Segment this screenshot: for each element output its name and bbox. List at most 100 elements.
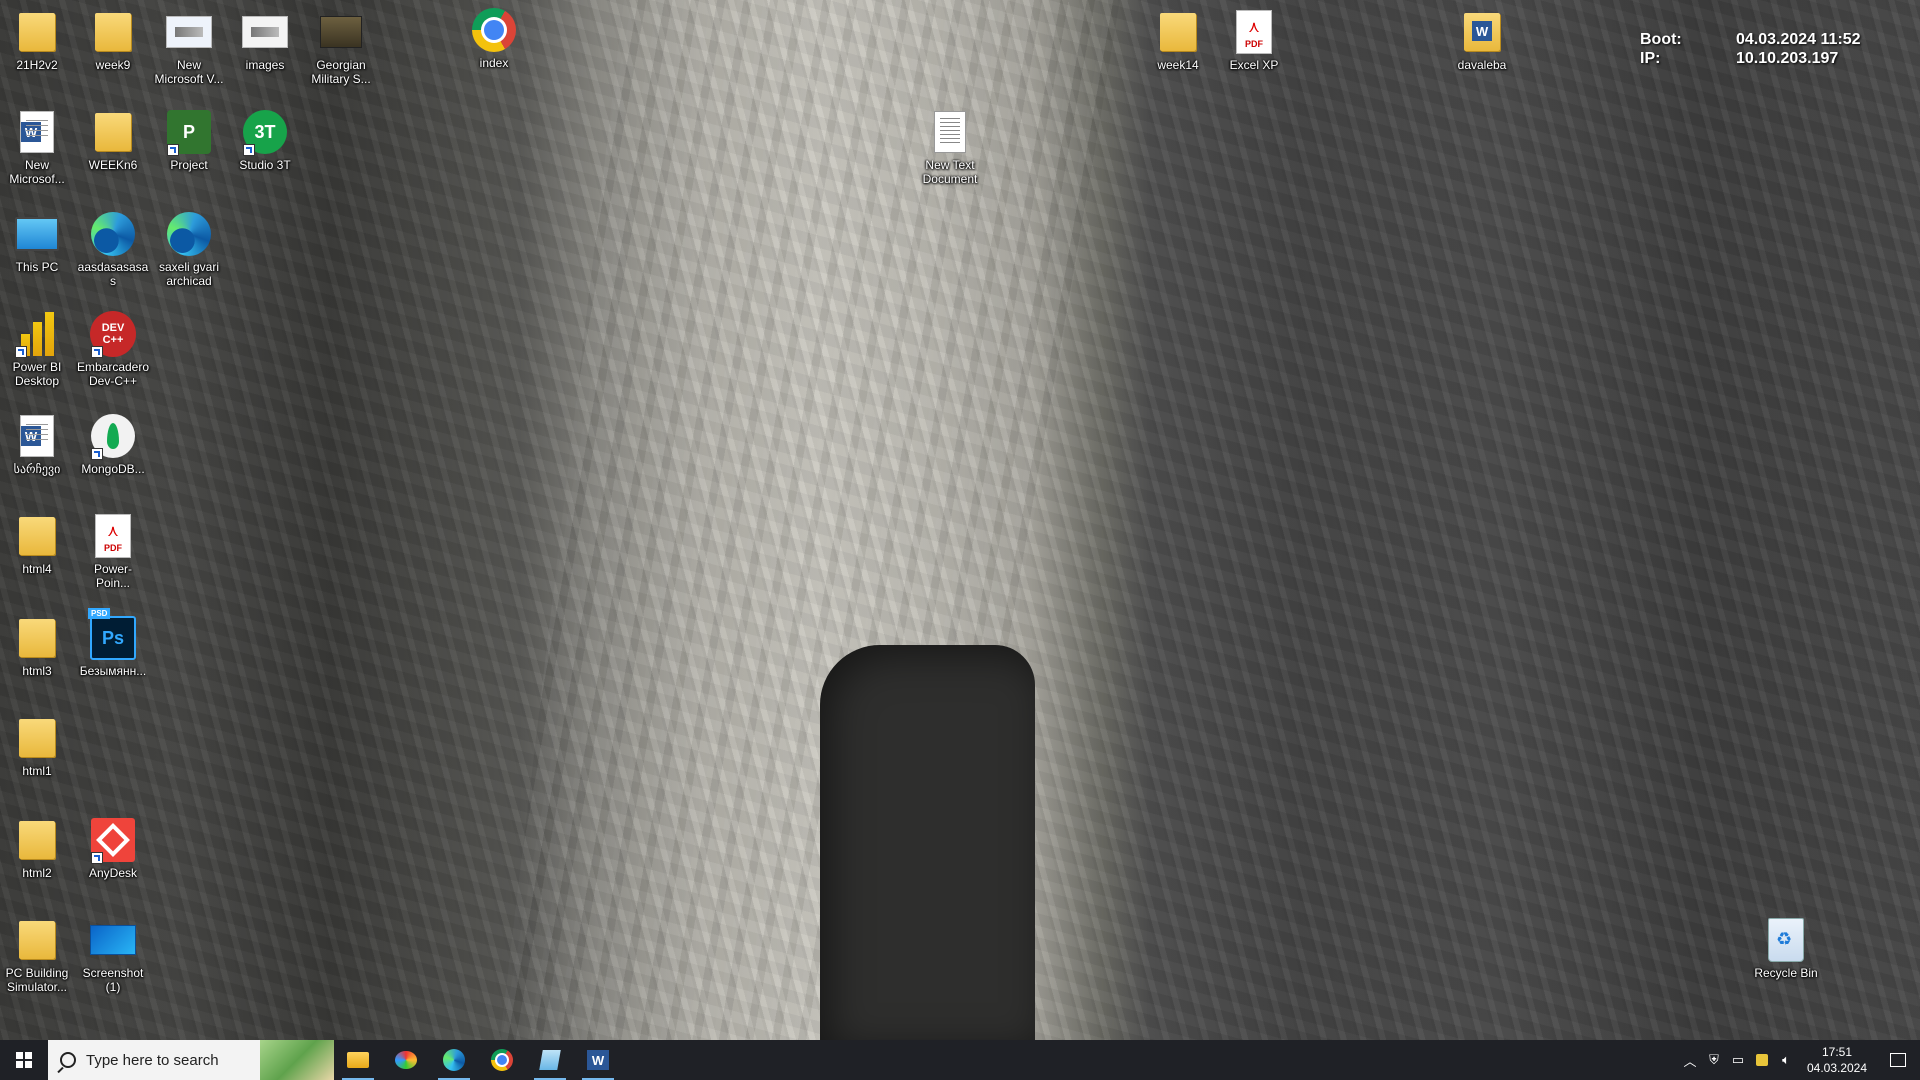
folder-icon [13, 816, 61, 864]
desktop-icon-label: html2 [22, 866, 52, 880]
desktop-icon-saxeli-gvari-archicad[interactable]: saxeli gvari archicad [153, 210, 225, 288]
taskbar-chrome[interactable] [478, 1040, 526, 1080]
desktop-icon-aasdasasasas[interactable]: aasdasasasas [77, 210, 149, 288]
desktop-icon-label: PC Building Simulator... [5, 966, 69, 994]
clock-time: 17:51 [1821, 1045, 1853, 1059]
taskbar-search-box[interactable]: Type here to search [48, 1040, 334, 1080]
desktop-icon-studio-3t[interactable]: 3T Studio 3T [229, 108, 301, 172]
desktop-icon-new-text-document[interactable]: New Text Document [914, 108, 986, 186]
desktop-icon-label: Power BI Desktop [12, 360, 62, 388]
desktop-icon-project[interactable]: P Project [153, 108, 225, 172]
desktop-icon-label: aasdasasasas [77, 260, 149, 288]
search-icon [60, 1052, 76, 1068]
edge-icon [165, 210, 213, 258]
desktop-icon-new-microsoft-word[interactable]: W New Microsof... [1, 108, 73, 186]
desktop-icon-label: MongoDB... [81, 462, 145, 476]
folder-icon [13, 714, 61, 762]
chevron-up-icon[interactable]: ︿ [1678, 1040, 1702, 1080]
desktop-icon-label: index [479, 56, 509, 70]
taskbar-clock[interactable]: 17:51 04.03.2024 [1798, 1044, 1876, 1076]
desktop-icon-label: Recycle Bin [1754, 966, 1818, 980]
security-shield-icon[interactable]: ⛨ [1702, 1040, 1726, 1080]
notifications-button[interactable] [1876, 1040, 1920, 1080]
desktop-icon-power-point-pdf[interactable]: PDF Power-Poin... [77, 512, 149, 590]
this-pc-icon [13, 210, 61, 258]
chrome-html-icon [1154, 8, 1202, 56]
visio-doc-icon [165, 8, 213, 56]
desktop-icon-label: WEEKn6 [88, 158, 138, 172]
chrome-html-icon [89, 108, 137, 156]
desktop-icon-this-pc[interactable]: This PC [1, 210, 73, 274]
folder-icon [13, 8, 61, 56]
desktop-icon-label: Studio 3T [239, 158, 291, 172]
project-icon: P [165, 108, 213, 156]
desktop-icon-georgian-military[interactable]: Georgian Military S... [305, 8, 377, 86]
system-tray: ︿ ⛨ ▭ 🔈︎ 17:51 04.03.2024 [1678, 1040, 1920, 1080]
pdf-icon: PDF [1230, 8, 1278, 56]
desktop-icon-excel-xp[interactable]: PDF Excel XP [1218, 8, 1290, 72]
file-explorer-icon [347, 1052, 369, 1068]
desktop-icon-label: New Text Document [922, 158, 978, 186]
desktop-icon-week9[interactable]: week9 [77, 8, 149, 72]
chrome-icon [470, 6, 518, 54]
desktop-icon-davaleba[interactable]: W davaleba [1446, 8, 1518, 72]
desktop-icon-html2[interactable]: html2 [1, 816, 73, 880]
pdf-icon: PDF [89, 512, 137, 560]
desktop-icon-devcpp[interactable]: DEV C++ Embarcadero Dev-C++ [77, 310, 149, 388]
desktop-icon-recycle-bin[interactable]: Recycle Bin [1750, 916, 1822, 980]
start-button[interactable] [0, 1040, 48, 1080]
word-doc-icon: W [1458, 8, 1506, 56]
notification-icon [1890, 1053, 1906, 1067]
desktop-icon-weekn6[interactable]: WEEKn6 [77, 108, 149, 172]
boot-label: Boot: [1640, 31, 1682, 48]
desktop-icon-label: html1 [22, 764, 52, 778]
folder-icon [13, 916, 61, 964]
search-highlight-image [260, 1040, 334, 1080]
word-icon: W [587, 1050, 609, 1070]
taskbar-file-explorer[interactable] [334, 1040, 382, 1080]
word-icon: W [13, 108, 61, 156]
desktop-icon-mongodb[interactable]: MongoDB... [77, 412, 149, 476]
desktop-icon-label: html4 [22, 562, 52, 576]
devcpp-icon: DEV C++ [89, 310, 137, 358]
search-placeholder: Type here to search [86, 1051, 219, 1069]
network-icon[interactable]: ▭ [1726, 1040, 1750, 1080]
desktop-icon-images[interactable]: images [229, 8, 301, 72]
taskbar-notes[interactable] [526, 1040, 574, 1080]
desktop-icon-html1[interactable]: html1 [1, 714, 73, 778]
desktop-icon-label: Screenshot (1) [82, 966, 144, 994]
notes-icon [539, 1050, 561, 1070]
windows-logo-icon [16, 1052, 32, 1068]
desktop-icon-label: images [245, 58, 285, 72]
chrome-icon [491, 1049, 513, 1071]
desktop-icon-html3[interactable]: html3 [1, 614, 73, 678]
desktop-icon-21h2v2[interactable]: 21H2v2 [1, 8, 73, 72]
desktop-icon-anydesk[interactable]: AnyDesk [77, 816, 149, 880]
desktop-icon-pc-building-simulator[interactable]: PC Building Simulator... [1, 916, 73, 994]
desktop-icon-label: Безымянн... [79, 664, 147, 678]
desktop-icon-screenshot[interactable]: Screenshot (1) [77, 916, 149, 994]
volume-icon[interactable]: 🔈︎ [1774, 1040, 1798, 1080]
tray-app-icon[interactable] [1750, 1040, 1774, 1080]
photoshop-icon: Ps [88, 608, 137, 662]
desktop-icon-power-bi[interactable]: Power BI Desktop [1, 310, 73, 388]
ip-label: IP: [1640, 50, 1661, 67]
desktop-icon-index[interactable]: index [458, 6, 530, 70]
desktop-icon-label: 21H2v2 [16, 58, 58, 72]
powerbi-icon [13, 310, 61, 358]
chrome-html-icon [89, 8, 137, 56]
image-file-icon [241, 8, 289, 56]
desktop-icon-sarchevi[interactable]: W სარჩევი [1, 412, 73, 476]
desktop-icon-html4[interactable]: html4 [1, 512, 73, 576]
recycle-bin-icon [1762, 916, 1810, 964]
taskbar-edge[interactable] [430, 1040, 478, 1080]
taskbar-paint[interactable] [382, 1040, 430, 1080]
desktop-icon-week14[interactable]: week14 [1142, 8, 1214, 72]
game-shortcut-icon [317, 8, 365, 56]
desktop-icon-label: Power-Poin... [93, 562, 132, 590]
taskbar-word[interactable]: W [574, 1040, 622, 1080]
desktop-icon-psd[interactable]: Ps Безымянн... [77, 608, 149, 678]
desktop-icon-new-microsoft-visio[interactable]: New Microsoft V... [153, 8, 225, 86]
edge-icon [89, 210, 137, 258]
desktop-icon-label: სარჩევი [13, 462, 61, 476]
